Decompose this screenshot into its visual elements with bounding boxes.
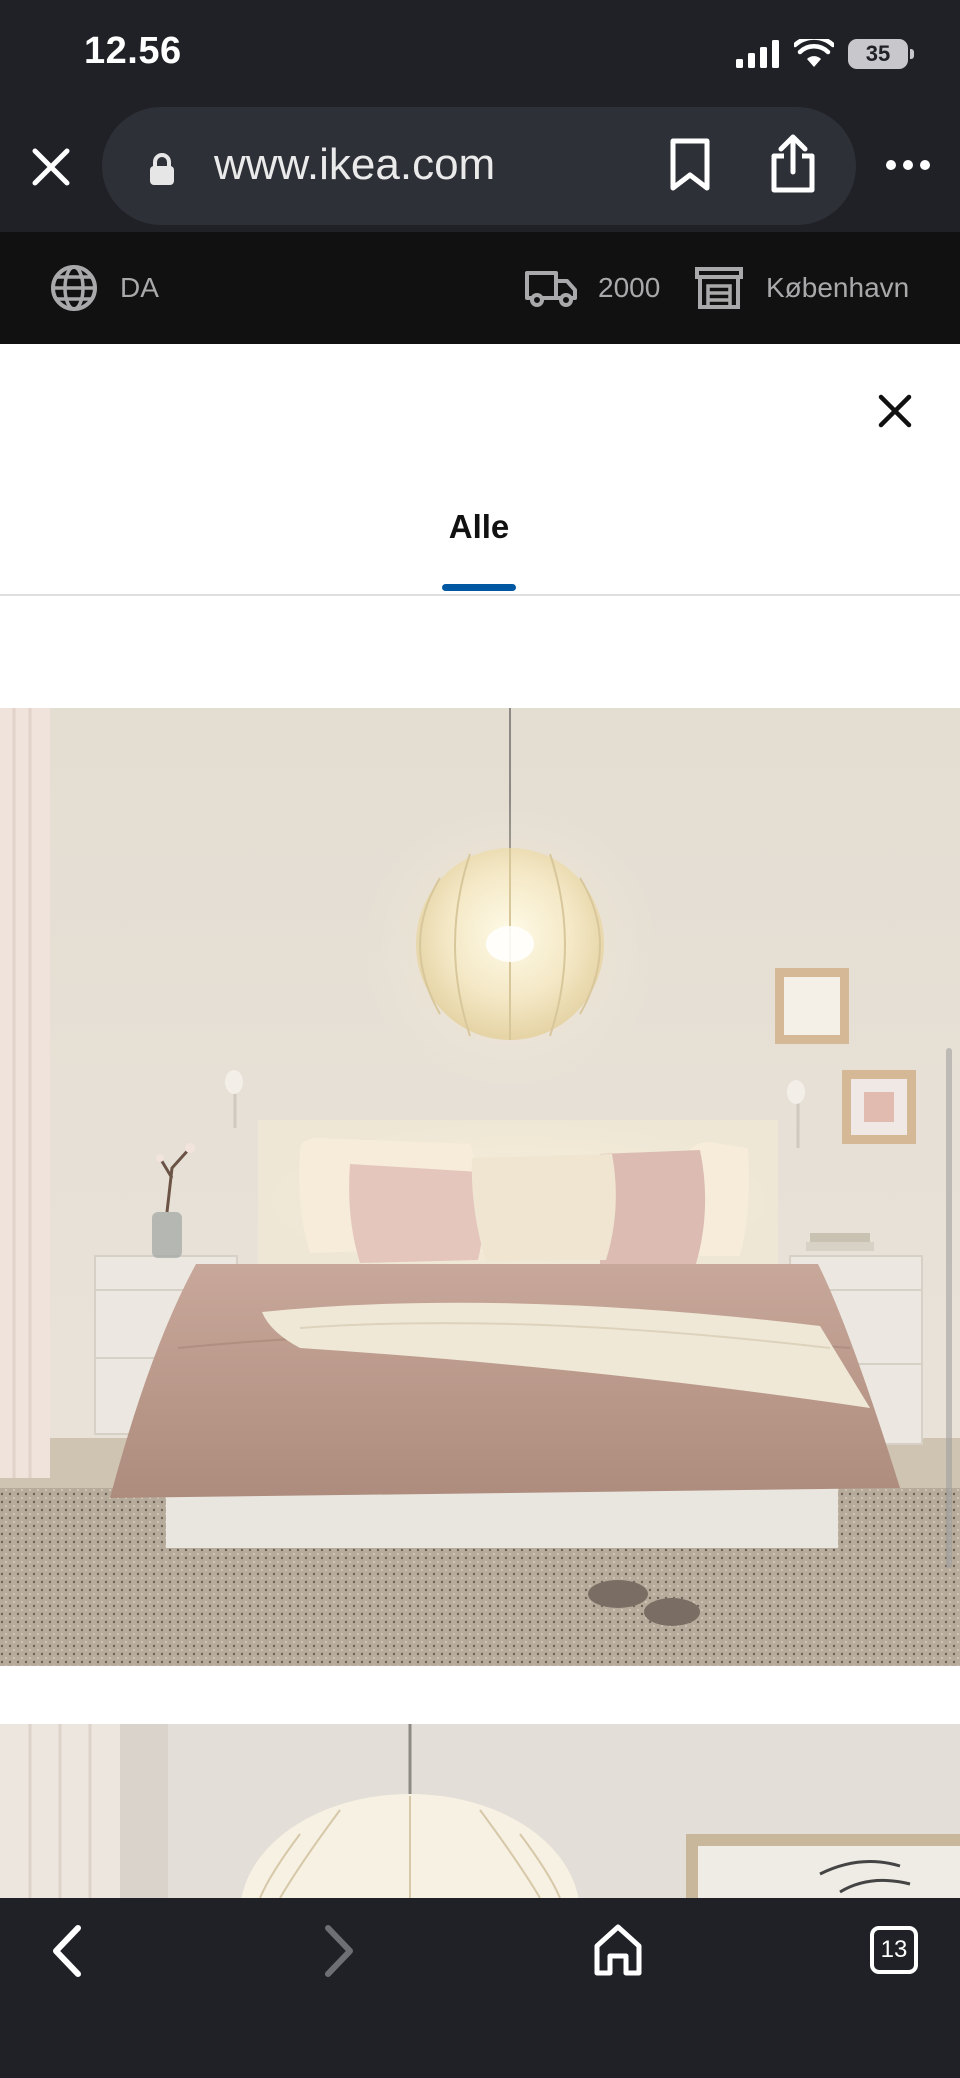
zip-code-label[interactable]: 2000 bbox=[598, 272, 660, 304]
modal-close-button[interactable] bbox=[868, 384, 922, 438]
store-icon[interactable] bbox=[694, 266, 744, 310]
tab-divider bbox=[0, 594, 960, 596]
status-icons: 35 bbox=[736, 34, 914, 74]
more-icon[interactable] bbox=[884, 150, 932, 180]
back-arrow-icon[interactable] bbox=[44, 1922, 88, 1980]
scroll-indicator[interactable] bbox=[946, 1048, 952, 1568]
status-time: 12.56 bbox=[84, 30, 182, 72]
home-icon[interactable] bbox=[592, 1922, 644, 1978]
forward-arrow-icon[interactable] bbox=[318, 1922, 362, 1980]
battery-icon: 35 bbox=[848, 39, 914, 69]
product-image-bedroom[interactable] bbox=[0, 708, 960, 1666]
tabs-icon[interactable]: 13 bbox=[870, 1926, 918, 1974]
tab-selected-indicator bbox=[442, 584, 516, 591]
tab-all[interactable]: Alle bbox=[420, 508, 538, 588]
wifi-icon bbox=[794, 39, 834, 67]
browser-bottom-toolbar bbox=[0, 1898, 960, 2078]
lamp-closeup-illustration bbox=[0, 1724, 960, 1898]
product-image-lamp-closeup[interactable] bbox=[0, 1724, 960, 1898]
delivery-truck-icon[interactable] bbox=[524, 268, 578, 308]
store-label[interactable]: København bbox=[766, 272, 909, 304]
url-text[interactable]: www.ikea.com bbox=[214, 140, 495, 190]
globe-icon[interactable] bbox=[50, 264, 98, 312]
close-tab-button[interactable] bbox=[26, 142, 76, 192]
bookmark-icon[interactable] bbox=[668, 138, 712, 192]
bedroom-illustration bbox=[0, 708, 960, 1666]
language-label[interactable]: DA bbox=[120, 272, 159, 304]
close-icon bbox=[32, 148, 70, 186]
lock-icon bbox=[150, 153, 174, 185]
close-icon bbox=[878, 394, 912, 428]
cellular-signal-icon bbox=[736, 40, 779, 68]
share-icon[interactable] bbox=[766, 134, 820, 194]
